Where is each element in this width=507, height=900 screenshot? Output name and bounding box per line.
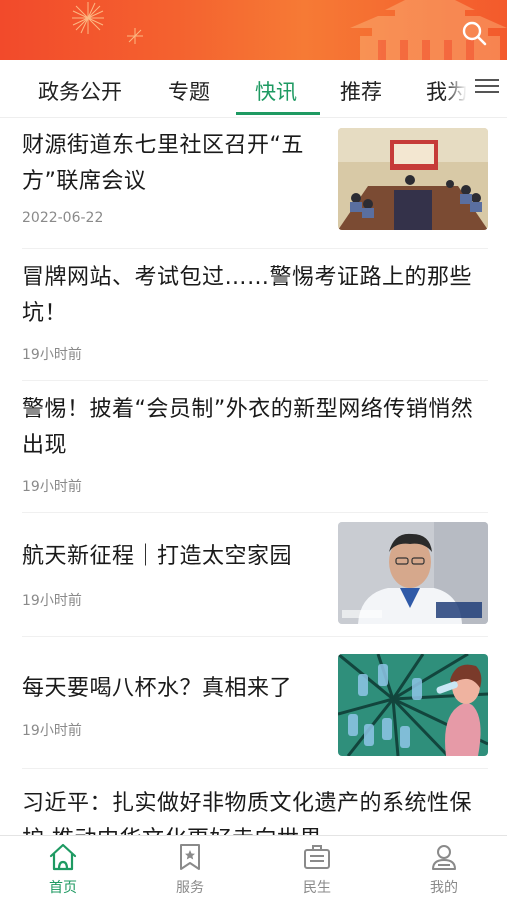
divider — [22, 380, 488, 381]
nav-home-label: 首页 — [49, 880, 77, 896]
active-tab-indicator — [236, 112, 320, 115]
header-banner — [0, 0, 507, 60]
divider — [22, 512, 488, 513]
news-thumbnail-meeting — [338, 128, 488, 230]
news-item[interactable]: 警惕！披着“会员制”外衣的新型网络传销悄然出现 19小时前 — [22, 392, 488, 502]
news-item[interactable]: 每天要喝八杯水？真相来了 19小时前 — [22, 654, 488, 758]
nav-home[interactable]: 首页 — [0, 836, 126, 900]
news-title: 警惕！披着“会员制”外衣的新型网络传销悄然出现 — [22, 397, 474, 458]
id-card-icon — [304, 845, 330, 869]
news-time: 19小时前 — [22, 723, 82, 739]
news-item[interactable]: 习近平：扎实做好非物质文化遗产的系统性保护 推动中华文化更好走向世界 — [22, 786, 488, 835]
news-title: 航天新征程｜打造太空家园 — [22, 544, 293, 569]
category-tabs: 政务公开 专题 快讯 推荐 我为 — [0, 60, 507, 118]
news-thumbnail-astronaut — [338, 522, 488, 624]
nav-mine[interactable]: 我的 — [381, 836, 507, 900]
news-feed: 财源街道东七里社区召开“五方”联席会议 2022-06-22 冒牌网站、考试包过… — [0, 118, 507, 835]
tab-kuaixun[interactable]: 快讯 — [255, 76, 297, 106]
news-title: 习近平：扎实做好非物质文化遗产的系统性保护 推动中华文化更好走向世界 — [22, 791, 473, 835]
nav-minsheng-label: 民生 — [303, 880, 331, 896]
tab-tuijian[interactable]: 推荐 — [340, 76, 382, 106]
tab-zhuanti[interactable]: 专题 — [168, 76, 210, 106]
news-time: 2022-06-22 — [22, 210, 104, 226]
divider — [22, 636, 488, 637]
nav-mine-label: 我的 — [430, 880, 458, 896]
news-item[interactable]: 财源街道东七里社区召开“五方”联席会议 2022-06-22 — [22, 128, 488, 236]
nav-minsheng[interactable]: 民生 — [254, 836, 380, 900]
news-item[interactable]: 航天新征程｜打造太空家园 19小时前 — [22, 522, 488, 626]
news-thumbnail-water — [338, 654, 488, 756]
menu-icon[interactable] — [473, 74, 501, 98]
news-title: 财源街道东七里社区召开“五方”联席会议 — [22, 133, 304, 194]
news-title: 冒牌网站、考试包过……警惕考证路上的那些坑！ — [22, 265, 473, 326]
news-time: 19小时前 — [22, 347, 82, 363]
nav-service-label: 服务 — [176, 880, 204, 896]
news-item[interactable]: 冒牌网站、考试包过……警惕考证路上的那些坑！ 19小时前 — [22, 260, 488, 370]
tab-zhengwu[interactable]: 政务公开 — [38, 76, 122, 106]
user-icon — [432, 845, 456, 870]
home-icon — [49, 843, 77, 871]
search-icon[interactable] — [461, 20, 487, 46]
bottom-navigation: 首页 服务 民生 我的 — [0, 835, 507, 900]
divider — [22, 768, 488, 769]
festive-banner-decoration — [72, 0, 507, 60]
nav-service[interactable]: 服务 — [127, 836, 253, 900]
bookmark-star-icon — [180, 844, 200, 870]
news-title: 每天要喝八杯水？真相来了 — [22, 676, 293, 701]
news-time: 19小时前 — [22, 479, 82, 495]
divider — [22, 248, 488, 249]
news-time: 19小时前 — [22, 593, 82, 609]
